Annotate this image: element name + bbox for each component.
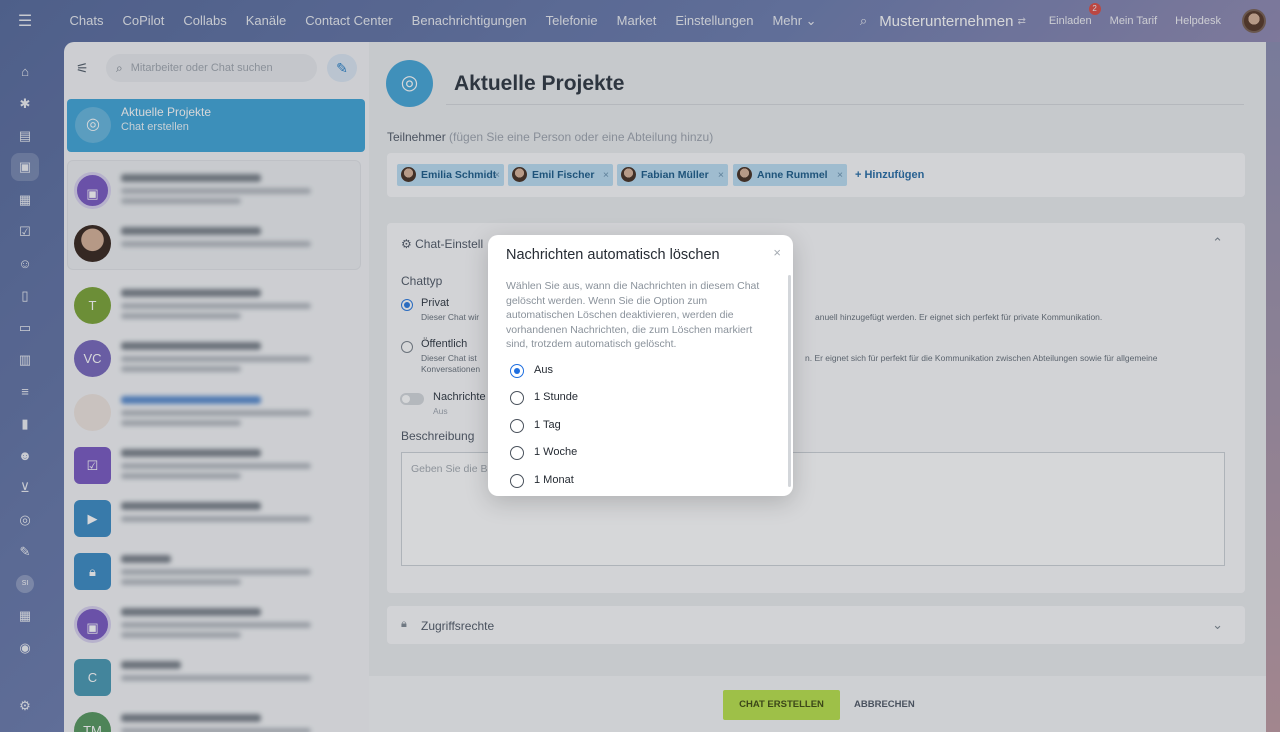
option-label: 1 Monat — [534, 474, 574, 486]
radio-button[interactable] — [510, 419, 524, 433]
close-icon[interactable]: × — [773, 245, 781, 260]
radio-button[interactable] — [510, 391, 524, 405]
option-label: 1 Stunde — [534, 391, 579, 403]
dialog-title: Nachrichten automatisch löschen — [506, 247, 720, 263]
radio-button[interactable] — [510, 474, 524, 488]
option-label: Aus — [534, 364, 553, 376]
option-label: 1 Tag — [534, 419, 561, 431]
dialog-description: Wählen Sie aus, wann die Nachrichten in … — [506, 280, 760, 350]
option-label: 1 Woche — [534, 446, 578, 458]
radio-button[interactable] — [510, 446, 524, 460]
radio-button[interactable] — [510, 364, 524, 378]
auto-delete-dialog: Nachrichten automatisch löschen × Wählen… — [488, 235, 793, 496]
dialog-scrollbar[interactable] — [788, 275, 791, 487]
